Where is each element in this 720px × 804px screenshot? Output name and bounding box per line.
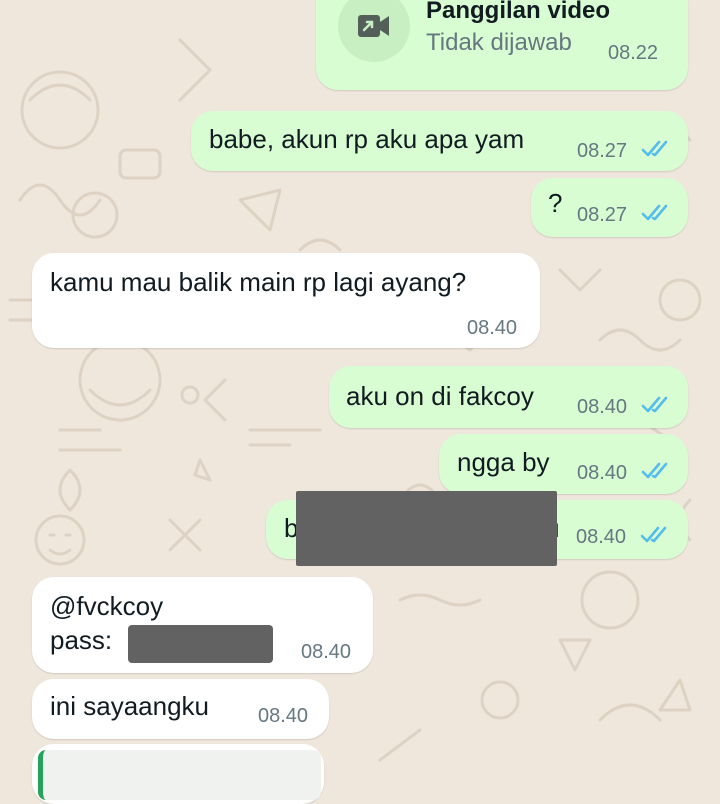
message-timestamp: 08.40 [577, 396, 628, 418]
incoming-message[interactable]: ini sayaangku 08.40 [32, 679, 329, 739]
outgoing-message[interactable]: aku on di fakcoy 08.40 [329, 366, 688, 428]
quoted-message-block [38, 750, 321, 800]
message-text: ini sayaangku [50, 691, 209, 721]
missed-video-call-bubble[interactable]: Panggilan video Tidak dijawab 08.22 [316, 0, 688, 90]
call-icon-circle [338, 0, 410, 62]
message-text-line2: pass: [50, 625, 113, 655]
message-text: ? [548, 188, 563, 218]
outgoing-message[interactable]: ? 08.27 [531, 178, 688, 237]
message-timestamp: 08.40 [301, 641, 352, 663]
message-timestamp: 08.27 [577, 140, 628, 162]
double-check-read-icon [641, 204, 668, 221]
message-timestamp: 08.40 [467, 317, 518, 339]
message-text: kamu mau balik main rp lagi ayang? [50, 267, 467, 297]
call-title: Panggilan video [426, 0, 611, 24]
message-timestamp: 08.40 [258, 705, 309, 727]
message-text: aku on di fakcoy [346, 381, 534, 411]
double-check-read-icon [641, 462, 668, 479]
message-text: ngga by [457, 447, 550, 477]
double-check-read-icon [641, 396, 668, 413]
outgoing-message[interactable]: babe, akun rp aku apa yam 08.27 [191, 111, 688, 171]
video-camera-missed-icon [358, 15, 389, 37]
redaction-box [128, 625, 273, 663]
outgoing-message[interactable]: ngga by 08.40 [439, 434, 688, 494]
message-text: babe, akun rp aku apa yam [209, 124, 525, 154]
message-timestamp: 08.40 [576, 526, 627, 548]
incoming-reply-message-partial[interactable] [32, 744, 324, 804]
message-timestamp: 08.40 [577, 462, 628, 484]
redaction-box [296, 491, 557, 566]
call-status: Tidak dijawab [426, 29, 572, 56]
message-text-line1: @fvckcoy [50, 591, 164, 621]
message-timestamp: 08.27 [577, 204, 628, 226]
incoming-message[interactable]: kamu mau balik main rp lagi ayang? 08.40 [32, 253, 540, 348]
double-check-read-icon [640, 526, 667, 543]
double-check-read-icon [641, 140, 668, 157]
call-timestamp: 08.22 [608, 42, 659, 64]
